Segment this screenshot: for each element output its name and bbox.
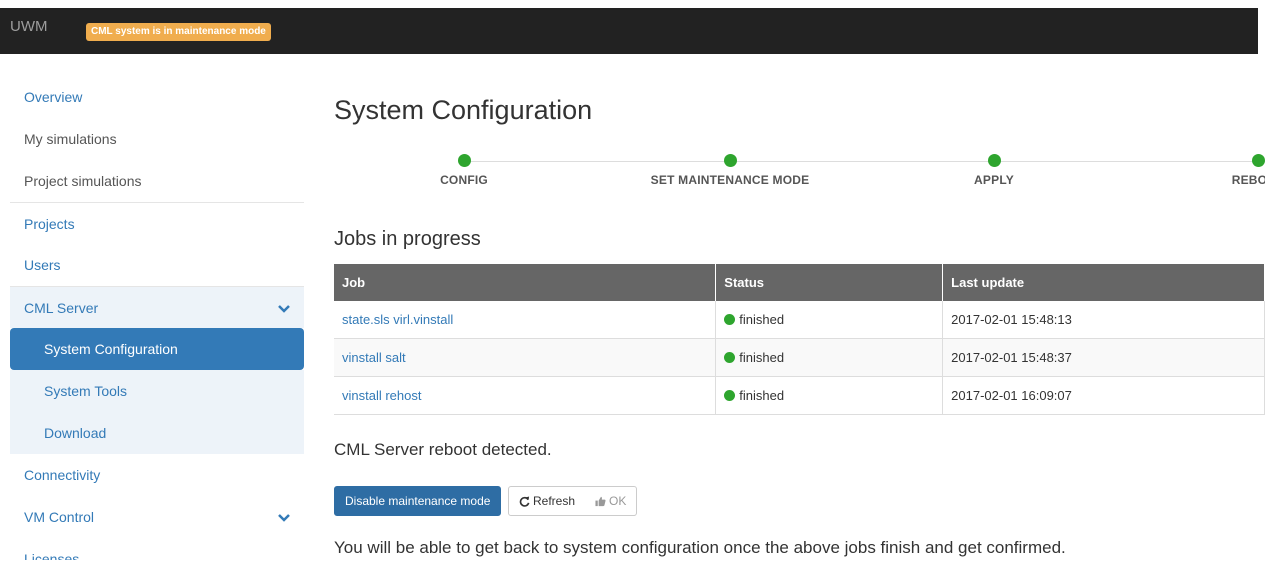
table-row: state.sls virl.vinstall finished 2017-02… [334, 301, 1265, 339]
step-label: APPLY [974, 173, 1014, 187]
status-cell: finished [715, 376, 944, 415]
sidebar-item-projects[interactable]: Projects [10, 202, 304, 244]
last-update-cell: 2017-02-01 15:48:37 [942, 338, 1265, 377]
ok-label: OK [609, 494, 627, 508]
status-text: finished [739, 388, 785, 403]
sidebar-item-download[interactable]: Download [10, 412, 304, 454]
refresh-button[interactable]: Refresh [508, 486, 587, 516]
refresh-label: Refresh [533, 494, 576, 508]
step-complete-icon [987, 154, 1001, 167]
step-complete-icon [457, 154, 471, 167]
status-text: finished [739, 312, 785, 327]
status-cell: finished [715, 301, 944, 339]
thumbs-up-icon [595, 496, 606, 507]
status-dot-icon [724, 314, 736, 325]
sidebar: Overview My simulations Project simulati… [10, 76, 304, 560]
progress-stepper: CONFIG SET MAINTENANCE MODE APPLY REBOOT [334, 150, 1265, 190]
step-complete-icon [723, 154, 737, 167]
sidebar-item-project-simulations[interactable]: Project simulations [10, 160, 304, 202]
last-update-cell: 2017-02-01 16:09:07 [942, 376, 1265, 415]
chevron-down-icon [278, 287, 290, 329]
brand-logo[interactable]: UWM [10, 18, 48, 35]
sidebar-item-label: CML Server [24, 300, 99, 316]
sidebar-item-cml-server[interactable]: CML Server [10, 286, 304, 328]
sidebar-item-licenses[interactable]: Licenses [10, 538, 304, 560]
status-text: finished [739, 350, 785, 365]
column-header-job: Job [334, 264, 717, 301]
chevron-down-icon [278, 496, 290, 538]
disable-maintenance-button[interactable]: Disable maintenance mode [334, 486, 502, 516]
table-row: vinstall salt finished 2017-02-01 15:48:… [334, 338, 1265, 377]
info-note: You will be able to get back to system c… [334, 538, 1066, 557]
column-header-status: Status [715, 264, 944, 301]
step-label: SET MAINTENANCE MODE [650, 173, 810, 187]
step-label: REBOOT [1231, 173, 1265, 187]
ok-button[interactable]: OK [585, 486, 638, 516]
jobs-heading: Jobs in progress [334, 228, 481, 250]
step-label: CONFIG [440, 173, 488, 187]
reboot-message: CML Server reboot detected. [334, 440, 552, 459]
status-cell: finished [715, 338, 944, 377]
top-navbar: UWM CML system is in maintenance mode [0, 8, 1258, 54]
sidebar-item-vm-control[interactable]: VM Control [10, 496, 304, 538]
last-update-cell: 2017-02-01 15:48:13 [942, 301, 1265, 339]
sidebar-item-label: VM Control [24, 509, 95, 525]
step-complete-icon [1251, 154, 1265, 167]
status-dot-icon [724, 390, 736, 401]
stepper-line [464, 161, 1265, 162]
step-reboot: REBOOT [1158, 150, 1265, 187]
page-title: System Configuration [334, 95, 593, 125]
sidebar-item-system-tools[interactable]: System Tools [10, 370, 304, 412]
maintenance-badge: CML system is in maintenance mode [86, 23, 271, 41]
sidebar-item-system-configuration[interactable]: System Configuration [10, 328, 304, 370]
sidebar-item-overview[interactable]: Overview [10, 76, 304, 118]
jobs-table: Job Status Last update state.sls virl.vi… [334, 264, 1265, 415]
job-cell: vinstall rehost [334, 376, 717, 415]
job-link[interactable]: vinstall salt [342, 350, 406, 365]
step-apply: APPLY [894, 150, 1094, 187]
job-cell: vinstall salt [334, 338, 717, 377]
sidebar-item-my-simulations[interactable]: My simulations [10, 118, 304, 160]
job-link[interactable]: vinstall rehost [342, 388, 421, 403]
sidebar-item-connectivity[interactable]: Connectivity [10, 454, 304, 496]
table-header-row: Job Status Last update [334, 264, 1265, 301]
sidebar-item-users[interactable]: Users [10, 244, 304, 286]
step-config: CONFIG [364, 150, 564, 187]
job-cell: state.sls virl.vinstall [334, 301, 717, 339]
step-set-maintenance-mode: SET MAINTENANCE MODE [630, 150, 830, 187]
column-header-last-update: Last update [942, 264, 1265, 301]
table-row: vinstall rehost finished 2017-02-01 16:0… [334, 376, 1265, 415]
status-dot-icon [724, 352, 736, 363]
refresh-icon [519, 496, 530, 507]
job-link[interactable]: state.sls virl.vinstall [342, 312, 453, 327]
